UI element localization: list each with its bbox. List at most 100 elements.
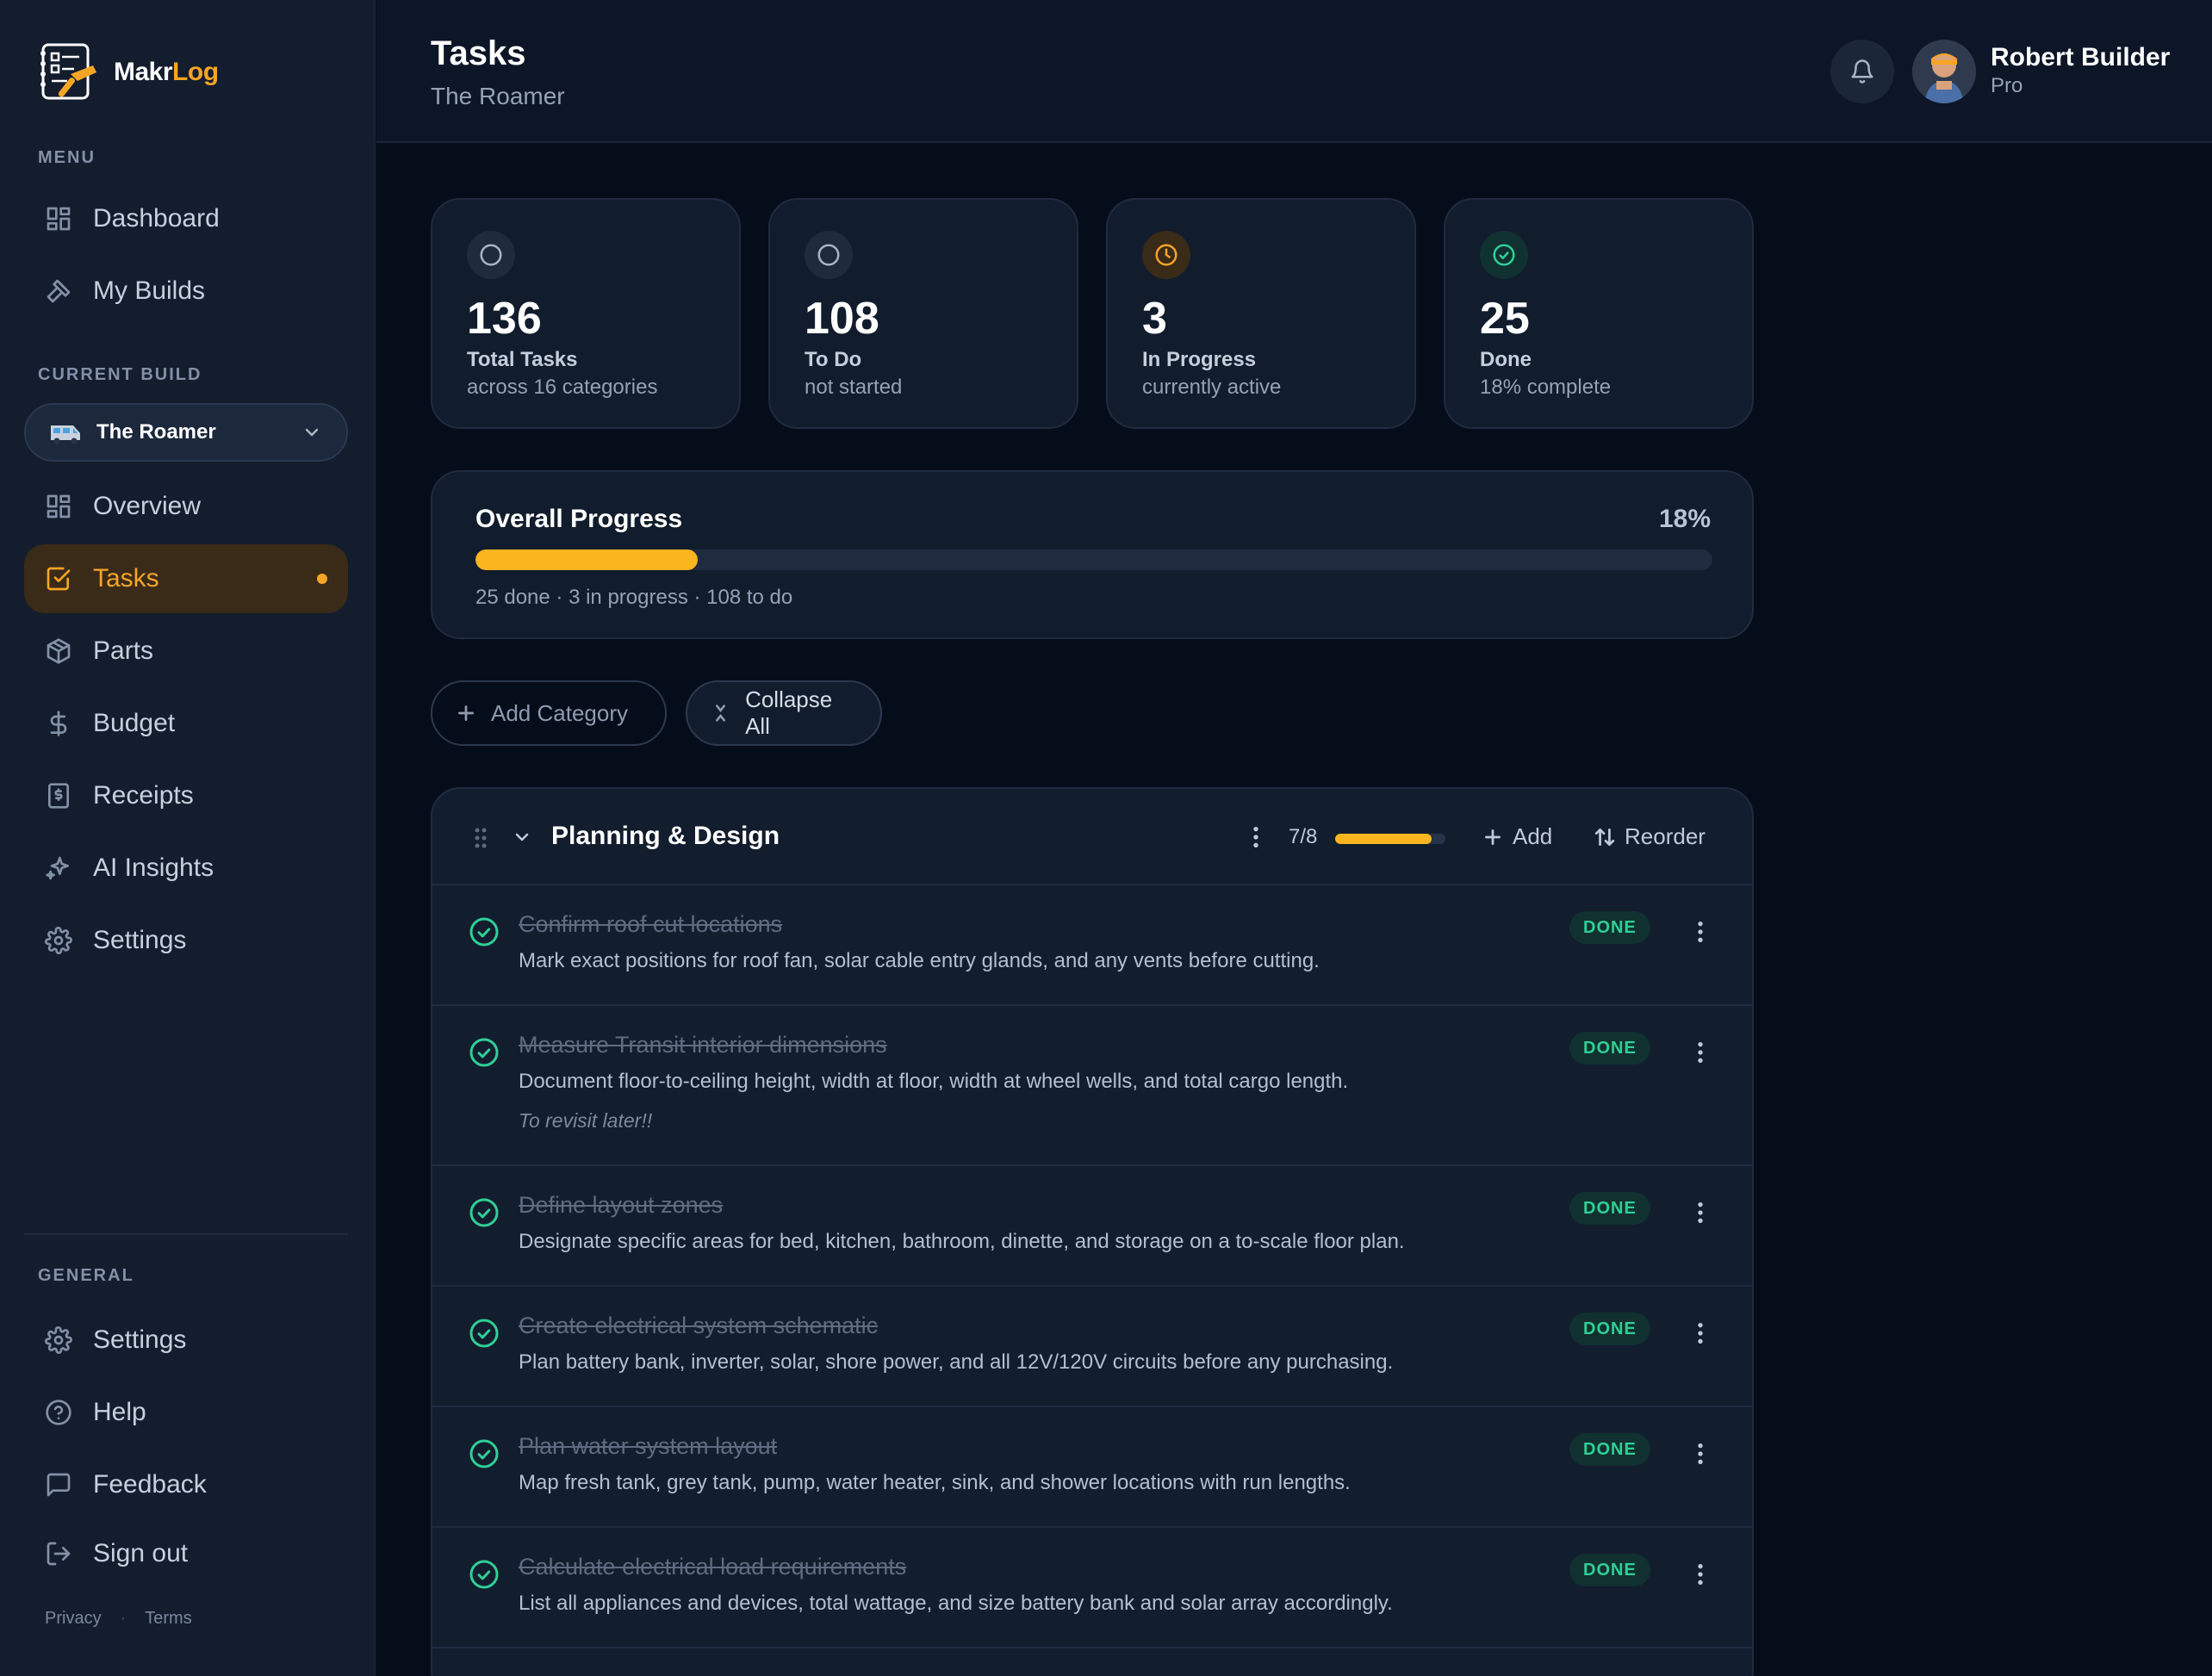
status-badge: DONE [1569,1192,1650,1225]
task-row[interactable]: Confirm roof cut locations Mark exact po… [432,885,1752,1006]
sidebar-item-label: Settings [93,1325,187,1354]
task-description: Document floor-to-ceiling height, width … [519,1070,1349,1093]
sparkle-icon [45,854,72,882]
sidebar-item-sign-out[interactable]: Sign out [24,1519,348,1588]
status-badge: DONE [1569,1313,1650,1345]
task-row[interactable]: Plan water system layout Map fresh tank,… [432,1407,1752,1528]
van-icon [51,425,80,444]
current-build-label: CURRENT BUILD [38,365,202,384]
stat-sub: not started [805,376,903,399]
sidebar-item-overview[interactable]: Overview [24,472,348,541]
add-task-label: Add [1513,823,1553,849]
task-row[interactable]: Measure Transit interior dimensions Docu… [432,1006,1752,1166]
build-selector[interactable]: The Roamer [24,403,348,462]
circle-icon [467,231,515,279]
stat-label: Total Tasks [467,348,578,371]
task-title: Confirm roof cut locations [519,911,783,937]
task-row[interactable]: Create electrical system schematic Plan … [432,1287,1752,1407]
category-header[interactable]: Planning & Design 7/8 Add Reorder [432,789,1752,885]
stat-label: Done [1480,348,1532,371]
stat-label: In Progress [1142,348,1257,371]
task-description: Designate specific areas for bed, kitche… [519,1230,1405,1253]
sidebar-item-help[interactable]: Help [24,1378,348,1447]
task-title: Create electrical system schematic [519,1313,879,1338]
menu-section-label: MENU [38,148,96,167]
page-title: Tasks [431,34,526,72]
sidebar-item-label: Parts [93,636,154,665]
sidebar-item-build-settings[interactable]: Settings [24,906,348,975]
more-vertical-icon[interactable] [1242,823,1270,851]
stat-value: 108 [805,294,879,344]
user-avatar-icon [1912,40,1976,103]
stat-value: 25 [1480,294,1530,344]
sidebar-item-my-builds[interactable]: My Builds [24,257,348,326]
chevron-down-icon[interactable] [512,827,532,847]
add-category-button[interactable]: Add Category [431,680,667,746]
sidebar-item-label: AI Insights [93,854,214,882]
sidebar-item-receipts[interactable]: Receipts [24,761,348,830]
sidebar-item-label: Receipts [93,781,194,810]
more-vertical-icon[interactable] [1687,1319,1714,1347]
task-row[interactable]: Calculate electrical load requirements L… [432,1528,1752,1648]
task-title: Define layout zones [519,1192,724,1218]
more-vertical-icon[interactable] [1687,1199,1714,1226]
sidebar-item-tasks[interactable]: Tasks [24,544,348,613]
collapse-all-label: Collapse All [745,686,833,739]
add-task-button[interactable]: Add [1482,823,1552,850]
user-name: Robert Builder [1991,43,2171,71]
footer-links: Privacy · Terms [45,1609,192,1629]
sidebar-item-parts[interactable]: Parts [24,617,348,686]
more-vertical-icon[interactable] [1687,1440,1714,1468]
sidebar-item-label: Sign out [93,1539,189,1567]
check-circle-icon[interactable] [469,916,500,947]
sidebar-item-budget[interactable]: Budget [24,689,348,758]
page-subtitle: The Roamer [431,83,565,109]
message-icon [45,1471,72,1499]
task-description: Map fresh tank, grey tank, pump, water h… [519,1471,1351,1494]
task-note: To revisit later!! [519,1109,653,1132]
more-vertical-icon[interactable] [1687,1561,1714,1588]
check-circle-icon[interactable] [469,1037,500,1068]
plus-icon [458,705,474,721]
chevron-down-icon [305,428,319,437]
task-description: List all appliances and devices, total w… [519,1592,1393,1615]
sidebar-item-ai-insights[interactable]: AI Insights [24,834,348,903]
sidebar-item-feedback[interactable]: Feedback [24,1450,348,1519]
stat-value: 136 [467,294,542,344]
sidebar: MakrLog MENU Dashboard My Builds CURRENT… [0,0,376,1676]
help-icon [45,1399,72,1426]
stat-card-done: 25 Done 18% complete [1444,198,1754,429]
check-circle-icon[interactable] [469,1438,500,1469]
stat-card-todo: 108 To Do not started [768,198,1078,429]
category-name: Planning & Design [551,822,780,850]
sidebar-item-label: Overview [93,492,202,520]
notifications-button[interactable] [1830,40,1894,103]
privacy-link[interactable]: Privacy [45,1609,102,1629]
terms-link[interactable]: Terms [145,1609,191,1629]
sidebar-item-dashboard[interactable]: Dashboard [24,184,348,253]
check-circle-icon[interactable] [469,1559,500,1590]
sidebar-item-label: Feedback [93,1470,207,1499]
sidebar-item-label: Dashboard [93,204,220,233]
status-badge: DONE [1569,1032,1650,1065]
reorder-button[interactable]: Reorder [1594,823,1706,850]
sidebar-item-settings[interactable]: Settings [24,1306,348,1375]
circle-icon [805,231,853,279]
stat-card-in-progress: 3 In Progress currently active [1106,198,1416,429]
check-circle-icon[interactable] [469,1318,500,1349]
stat-sub: across 16 categories [467,376,658,399]
sidebar-item-label: Help [93,1398,146,1426]
task-row[interactable]: Define layout zones Designate specific a… [432,1166,1752,1287]
app-logo[interactable]: MakrLog [36,40,219,105]
drag-handle-icon[interactable] [472,825,489,851]
avatar[interactable] [1912,40,1976,103]
more-vertical-icon[interactable] [1687,1039,1714,1066]
collapse-all-button[interactable]: Collapse All [686,680,882,746]
more-vertical-icon[interactable] [1687,918,1714,946]
active-indicator-dot [317,574,327,584]
check-circle-icon[interactable] [469,1197,500,1228]
status-badge: DONE [1569,1554,1650,1586]
sign-out-icon [45,1540,72,1567]
task-title: Measure Transit interior dimensions [519,1032,887,1058]
add-category-label: Add Category [491,699,628,726]
